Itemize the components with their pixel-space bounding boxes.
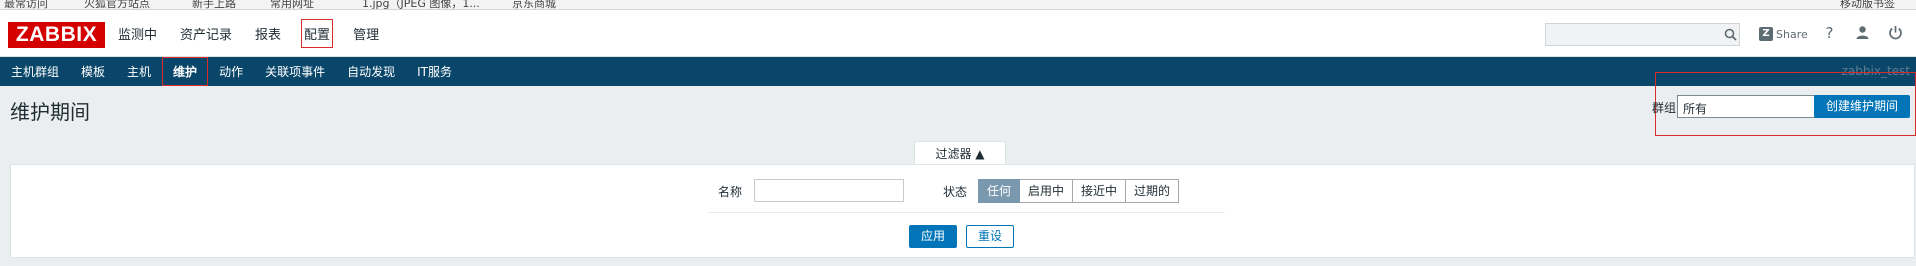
filter-panel: 名称 状态 任何 启用中 接近中 过期的 应用 重设 bbox=[10, 164, 1915, 258]
bookmark-item[interactable]: 新手上路 bbox=[192, 0, 236, 9]
subnav-item-actions[interactable]: 动作 bbox=[208, 57, 254, 86]
create-maintenance-button[interactable]: 创建维护期间 bbox=[1814, 95, 1910, 118]
main-menu: 监测中 资产记录 报表 配置 管理 bbox=[115, 10, 399, 57]
bookmark-item[interactable]: 最常访问 bbox=[4, 0, 48, 9]
reset-button[interactable]: 重设 bbox=[966, 225, 1014, 248]
status-option-any[interactable]: 任何 bbox=[978, 179, 1021, 203]
subnav-item-event-correlation[interactable]: 关联项事件 bbox=[254, 57, 336, 86]
page-header: 维护期间 群组 所有 ▼ 创建维护期间 bbox=[0, 72, 1916, 146]
status-option-expired[interactable]: 过期的 bbox=[1126, 179, 1180, 203]
subnav-item-discovery[interactable]: 自动发现 bbox=[336, 57, 406, 86]
group-select[interactable]: 所有 ▼ bbox=[1677, 95, 1837, 118]
filter-divider bbox=[709, 212, 1225, 213]
filter-tab[interactable]: 过滤器 ▲ bbox=[914, 141, 1006, 165]
top-header: ZABBIX 监测中 资产记录 报表 配置 管理 Z Share ? bbox=[0, 10, 1916, 57]
user-icon[interactable] bbox=[1854, 25, 1871, 42]
bookmark-item[interactable]: 移动版书签 bbox=[1840, 0, 1895, 9]
subnav-item-templates[interactable]: 模板 bbox=[70, 57, 116, 86]
menu-item-monitoring[interactable]: 监测中 bbox=[115, 19, 160, 48]
status-label: 状态 bbox=[943, 185, 968, 199]
bookmark-item[interactable]: 1.jpg（JPEG 图像，1... bbox=[362, 0, 480, 9]
power-icon[interactable] bbox=[1887, 25, 1904, 42]
group-select-value: 所有 bbox=[1683, 102, 1708, 116]
zabbix-logo[interactable]: ZABBIX bbox=[8, 22, 105, 48]
bookmark-item[interactable]: 京东商城 bbox=[512, 0, 556, 9]
name-label: 名称 bbox=[718, 185, 743, 199]
menu-item-configuration[interactable]: 配置 bbox=[301, 19, 334, 48]
status-option-active[interactable]: 启用中 bbox=[1020, 179, 1074, 203]
subnav-item-maintenance[interactable]: 维护 bbox=[162, 57, 209, 86]
share-link[interactable]: Z Share bbox=[1759, 27, 1808, 41]
name-input[interactable] bbox=[754, 179, 904, 202]
share-label: Share bbox=[1776, 27, 1808, 41]
bookmark-item[interactable]: 常用网址 bbox=[270, 0, 314, 9]
menu-item-inventory[interactable]: 资产记录 bbox=[177, 19, 235, 48]
apply-button[interactable]: 应用 bbox=[909, 225, 957, 248]
menu-item-administration[interactable]: 管理 bbox=[350, 19, 382, 48]
search-input[interactable] bbox=[1545, 23, 1740, 46]
group-label: 群组 bbox=[1652, 101, 1677, 115]
subnav-item-hosts[interactable]: 主机 bbox=[116, 57, 162, 86]
status-option-approaching[interactable]: 接近中 bbox=[1073, 179, 1127, 203]
help-icon[interactable]: ? bbox=[1821, 25, 1838, 42]
status-radio-group: 任何 启用中 接近中 过期的 bbox=[978, 179, 1180, 203]
bookmarks-bar: 最常访问 火狐官方站点 新手上路 常用网址 1.jpg（JPEG 图像，1...… bbox=[0, 0, 1916, 10]
sub-navigation: 主机群组 模板 主机 维护 动作 关联项事件 自动发现 IT服务 zabbix_… bbox=[0, 57, 1916, 86]
zabbix-share-icon: Z bbox=[1759, 27, 1773, 41]
page-title: 维护期间 bbox=[10, 100, 90, 124]
search-icon[interactable] bbox=[1724, 28, 1737, 41]
menu-item-reports[interactable]: 报表 bbox=[252, 19, 284, 48]
subnav-item-host-groups[interactable]: 主机群组 bbox=[0, 57, 70, 86]
bookmark-item[interactable]: 火狐官方站点 bbox=[84, 0, 150, 9]
subnav-item-it-services[interactable]: IT服务 bbox=[406, 57, 463, 86]
